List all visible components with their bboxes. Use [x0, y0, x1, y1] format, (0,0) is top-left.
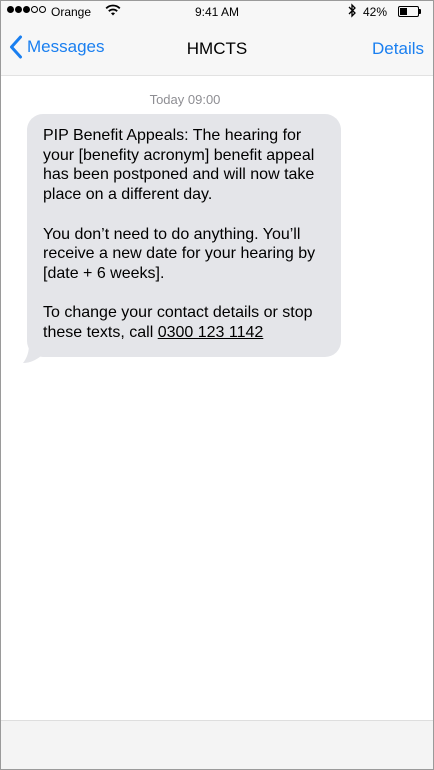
- incoming-message: PIP Benefit Appeals: The hearing for you…: [23, 114, 341, 363]
- message-paragraph: To change your contact details or stop t…: [43, 303, 327, 342]
- details-button[interactable]: Details: [372, 39, 424, 59]
- status-bar: Orange 9:41 AM 42%: [1, 1, 433, 23]
- message-paragraph: PIP Benefit Appeals: The hearing for you…: [43, 127, 315, 204]
- bluetooth-icon: [347, 3, 357, 21]
- battery-icon: [398, 6, 422, 17]
- message-input-bar[interactable]: [1, 720, 433, 769]
- message-bubble: PIP Benefit Appeals: The hearing for you…: [27, 114, 341, 357]
- phone-screen: Orange 9:41 AM 42% Messages HMCTS Detail…: [0, 0, 434, 770]
- navigation-bar: Messages HMCTS Details: [1, 23, 433, 76]
- message-timestamp: Today 09:00: [149, 92, 221, 107]
- message-paragraph: You don’t need to do anything. You’ll re…: [43, 225, 316, 282]
- phone-number-link[interactable]: 0300 123 1142: [158, 324, 264, 341]
- conversation-title: HMCTS: [186, 39, 248, 58]
- battery-percentage: 42%: [363, 5, 388, 19]
